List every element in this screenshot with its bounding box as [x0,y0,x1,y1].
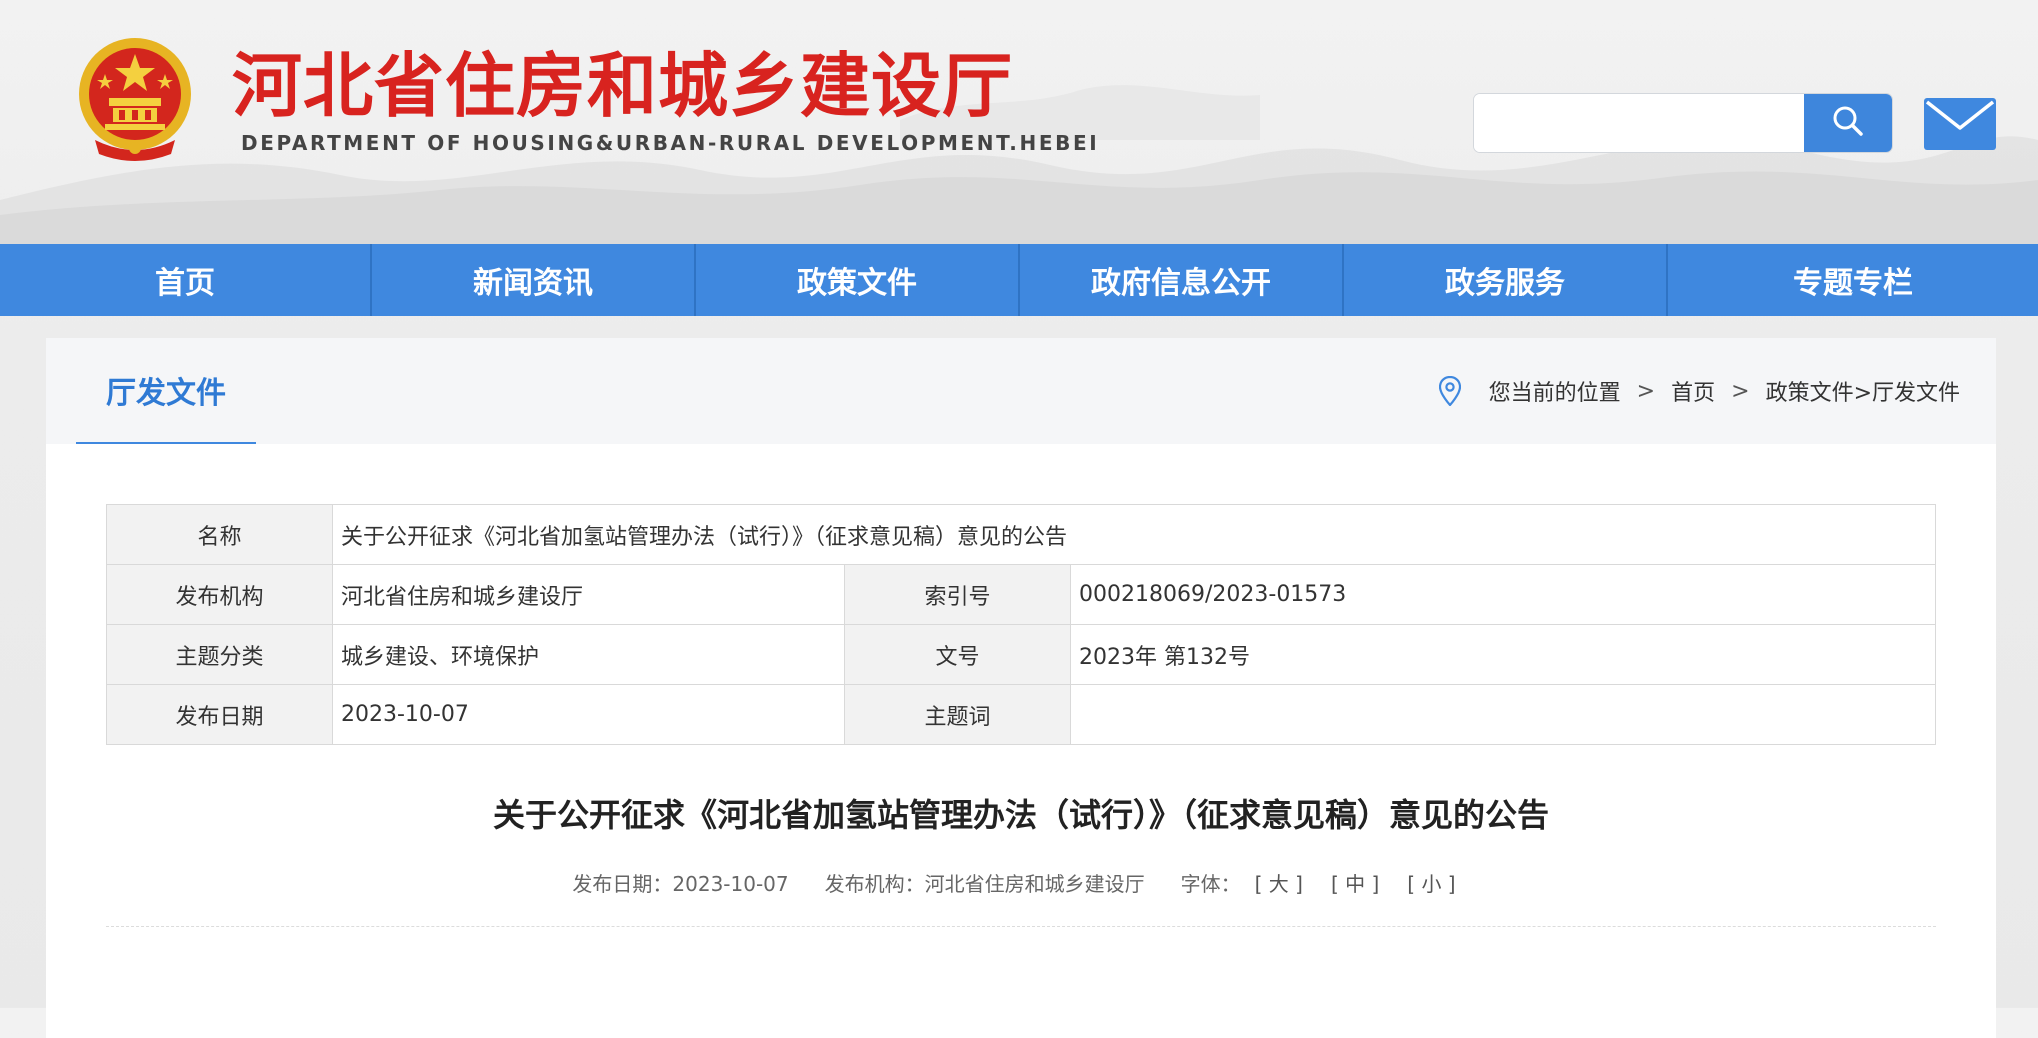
index-label: 索引号 [844,564,1071,625]
mail-button[interactable] [1924,98,1996,150]
table-row: 发布机构 河北省住房和城乡建设厅 索引号 000218069/2023-0157… [106,564,1936,625]
site-header: 河北省住房和城乡建设厅 DEPARTMENT OF HOUSING&URBAN-… [0,0,2038,244]
search-box [1474,94,1892,152]
meta-publisher: 发布机构：河北省住房和城乡建设厅 [824,872,1145,896]
table-row: 名称 关于公开征求《河北省加氢站管理办法（试行）》（征求意见稿）意见的公告 [106,504,1936,565]
font-size-large-button[interactable]: [ 大 ] [1255,868,1303,897]
meta-date: 发布日期：2023-10-07 [572,872,789,896]
main-nav: 首页 新闻资讯 政策文件 政府信息公开 政务服务 专题专栏 [0,244,2038,316]
nav-item-topics[interactable]: 专题专栏 [1666,244,2038,316]
breadcrumb-prefix: 您当前的位置 [1488,381,1621,406]
content-panel: 厅发文件 您当前的位置 > 首页 > 政策文件>厅发文件 名称 关于公开征求《河… [46,338,1996,1038]
document-info-table: 名称 关于公开征求《河北省加氢站管理办法（试行）》（征求意见稿）意见的公告 发布… [106,504,1936,745]
publisher-value: 河北省住房和城乡建设厅 [332,564,845,625]
publisher-label: 发布机构 [106,564,333,625]
divider [106,926,1936,927]
nav-item-news[interactable]: 新闻资讯 [370,244,694,316]
site-subtitle: DEPARTMENT OF HOUSING&URBAN-RURAL DEVELO… [241,131,1100,155]
nav-item-home[interactable]: 首页 [0,244,370,316]
breadcrumb-home-link[interactable]: 首页 [1671,375,1715,407]
panel-header: 厅发文件 您当前的位置 > 首页 > 政策文件>厅发文件 [46,338,1996,444]
docno-value: 2023年 第132号 [1070,624,1936,685]
nav-item-services[interactable]: 政务服务 [1342,244,1666,316]
breadcrumb: 您当前的位置 > 首页 > 政策文件>厅发文件 [1438,338,1960,444]
article-title: 关于公开征求《河北省加氢站管理办法（试行）》（征求意见稿）意见的公告 [492,796,1549,834]
breadcrumb-separator: > [1731,378,1750,404]
search-button[interactable] [1804,94,1892,152]
search-input[interactable] [1474,94,1804,152]
breadcrumb-path-link[interactable]: 政策文件>厅发文件 [1766,375,1960,407]
index-value: 000218069/2023-01573 [1070,564,1936,625]
search-icon [1831,104,1865,142]
font-size-small-button[interactable]: [ 小 ] [1407,868,1455,897]
docno-label: 文号 [844,624,1071,685]
nav-item-gov-info[interactable]: 政府信息公开 [1018,244,1342,316]
national-emblem-icon [75,36,195,164]
breadcrumb-separator: > [1636,378,1656,404]
table-row: 发布日期 2023-10-07 主题词 [106,684,1936,745]
date-value: 2023-10-07 [332,684,845,745]
keywords-value [1070,684,1936,745]
mail-icon [1924,98,1996,154]
topic-value: 城乡建设、环境保护 [332,624,845,685]
name-value: 关于公开征求《河北省加氢站管理办法（试行）》（征求意见稿）意见的公告 [332,504,1936,565]
font-size-label: 字体： [1180,872,1241,896]
topic-label: 主题分类 [106,624,333,685]
section-title: 厅发文件 [76,338,256,444]
article-meta: 发布日期：2023-10-07 发布机构：河北省住房和城乡建设厅 字体： [ 大… [106,868,1936,897]
date-label: 发布日期 [106,684,333,745]
location-pin-icon [1438,376,1461,406]
site-title: 河北省住房和城乡建设厅 [232,45,1013,127]
name-label: 名称 [106,504,333,565]
keywords-label: 主题词 [844,684,1071,745]
nav-item-policy[interactable]: 政策文件 [694,244,1018,316]
font-size-medium-button[interactable]: [ 中 ] [1331,868,1379,897]
table-row: 主题分类 城乡建设、环境保护 文号 2023年 第132号 [106,624,1936,685]
